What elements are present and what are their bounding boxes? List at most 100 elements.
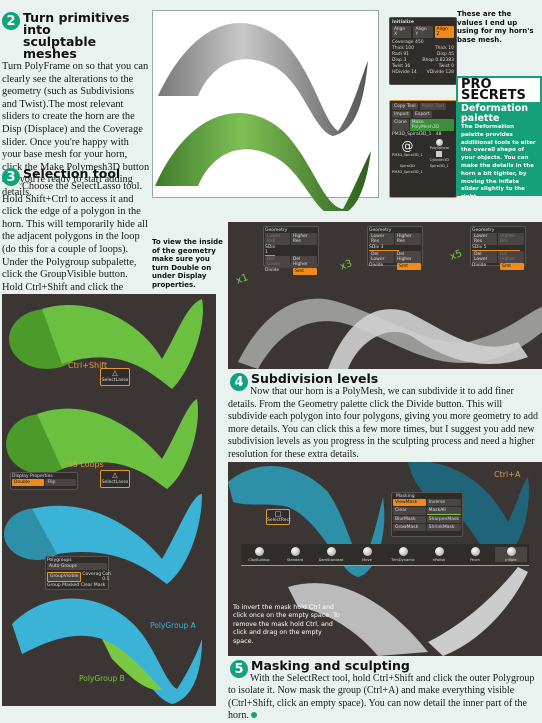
geometry-panel-1: Geometry Lower Res Higher Res SDiv 1 Del …	[263, 226, 319, 275]
view-mask-button[interactable]: ViewMask	[393, 499, 426, 506]
horn-illustration	[155, 23, 371, 211]
select-rect-button[interactable]: □ SelectRect	[266, 509, 291, 525]
brush-hpolish[interactable]: hPolish	[423, 547, 455, 562]
end-mark-icon	[251, 712, 258, 719]
grow-mask-button[interactable]: GrowMask	[393, 524, 426, 531]
make-polymesh3d-button[interactable]: Make PolyMesh3D	[409, 119, 454, 131]
step-5: 5 Masking and sculpting With the SelectR…	[228, 658, 542, 723]
align-z-button[interactable]: Align Z	[434, 26, 454, 38]
lower-res-button[interactable]: Lower Res	[369, 233, 394, 245]
del-higher-button[interactable]: Del Higher	[497, 251, 524, 263]
export-button[interactable]: Export	[412, 111, 432, 118]
mask-all-button[interactable]: MaskAll	[426, 507, 461, 515]
step-title: Selection tool	[23, 166, 121, 181]
select-lasso-button-2[interactable]: △ SelectLasso	[100, 470, 130, 488]
slider[interactable]: Twist 36	[392, 64, 410, 69]
brush-move[interactable]: Move	[351, 547, 383, 562]
step-title: Masking and sculpting	[251, 658, 410, 673]
slider[interactable]: Thick 100	[392, 46, 414, 51]
divide-button[interactable]: Divide	[472, 263, 486, 270]
brush-icon	[506, 547, 516, 556]
copy-tool-button[interactable]: Copy Tool	[392, 103, 418, 110]
clone-button[interactable]: Clone	[392, 119, 409, 131]
tool-thumbnail[interactable]: @ PM3D_Spiral3D_1	[392, 139, 423, 162]
higher-res-button[interactable]: Higher Res	[290, 233, 317, 245]
brush-trimdynamic[interactable]: TrimDynamic	[387, 547, 419, 562]
higher-res-button[interactable]: Higher Res	[497, 233, 524, 245]
tool-thumbnail[interactable]: Spiral3D_1	[425, 164, 454, 168]
tool-thumbnail[interactable]: Spiral3D	[392, 164, 423, 168]
display-properties-panel: Display Properties Double Flip	[10, 472, 78, 490]
slider[interactable]: Twist 0	[439, 64, 454, 69]
slider[interactable]: Disp 3	[392, 58, 406, 63]
step-number: 2	[2, 12, 20, 30]
step-2-heading: 2 Turn primitives into sculptable meshes	[2, 10, 150, 61]
geometry-panel-2: Geometry Lower Res Higher Res SDiv 3 Del …	[367, 226, 423, 270]
initialize-panel: Initialize Align X Align Y Align Z Cover…	[389, 17, 457, 85]
slider[interactable]: HDivide 14	[392, 70, 417, 75]
brush-icon	[290, 547, 300, 556]
tool-thumbnail[interactable]: PolySphere Cylinder3D	[425, 139, 454, 162]
pro-secrets-body: The Deformation palette provides additio…	[461, 124, 536, 201]
shrink-mask-button[interactable]: ShrinkMask	[426, 524, 461, 531]
del-higher-button[interactable]: Del Higher	[394, 251, 421, 263]
sdiv-slider[interactable]: SDiv 1	[265, 245, 275, 256]
divide-button[interactable]: Divide	[265, 268, 279, 275]
del-lower-button[interactable]: Del Lower	[369, 251, 394, 263]
flip-toggle[interactable]: Flip	[45, 479, 76, 486]
group-masked-button[interactable]: Group Masked Clear Mask	[47, 583, 107, 588]
divide-button[interactable]: Divide	[369, 263, 383, 270]
del-lower-button[interactable]: Del Lower	[265, 256, 290, 268]
smt-toggle[interactable]: Smt	[397, 263, 421, 270]
lower-res-button[interactable]: Lower Res	[472, 233, 497, 245]
masking-panel: Masking ViewMask Inverse Clear MaskAll B…	[391, 492, 463, 537]
caption-double-display: To view the inside of the geometry make …	[152, 238, 223, 289]
slider[interactable]: Thick 10	[435, 46, 454, 51]
align-x-button[interactable]: Align X	[392, 26, 412, 38]
smt-toggle[interactable]: Smt	[293, 268, 317, 275]
slider[interactable]: Disp 45	[437, 52, 454, 57]
paste-tool-button[interactable]: Paste Tool	[419, 103, 446, 110]
align-y-button[interactable]: Align Y	[413, 26, 433, 38]
slider[interactable]: Bhop 0.82383	[422, 58, 454, 63]
inverse-button[interactable]: Inverse	[426, 499, 461, 506]
del-lower-button[interactable]: Del Lower	[472, 251, 497, 263]
step-title: Turn primitives into sculptable meshes	[23, 10, 130, 61]
brush-standard[interactable]: Standard	[279, 547, 311, 562]
tool-thumbnail[interactable]: PM3D_Spiral3D_1	[392, 170, 423, 174]
clear-button[interactable]: Clear	[393, 507, 426, 515]
import-button[interactable]: Import	[392, 111, 411, 118]
brush-damstandard[interactable]: DamStandard	[315, 547, 347, 562]
base-mesh-image	[152, 10, 379, 211]
step-number: 4	[230, 373, 248, 391]
step-number: 3	[2, 168, 20, 186]
group-visible-button[interactable]: GroupVisible	[47, 572, 82, 582]
x5-loops-label: x5 Loops	[68, 460, 104, 469]
blur-mask-button[interactable]: BlurMask	[393, 516, 426, 523]
current-tool-slider[interactable]: PM3D_Spiral3D_1 . 48	[392, 132, 454, 137]
sharpen-mask-button[interactable]: SharpenMask	[426, 516, 461, 523]
step-4: 4 Subdivision levels Now that our horn i…	[228, 371, 542, 462]
smt-toggle[interactable]: Smt	[500, 263, 524, 270]
coh-slider[interactable]: Coh 0.1	[102, 572, 111, 582]
step-title: Subdivision levels	[251, 371, 379, 386]
coverage-slider[interactable]: Coverage 450	[392, 40, 454, 45]
lower-res-button[interactable]: Lower Res	[265, 233, 290, 245]
pro-secrets-title: Deformation palette	[461, 103, 529, 124]
slider[interactable]: VDivide 128	[427, 70, 454, 75]
slider[interactable]: Radi 91	[392, 52, 409, 57]
brush-claybuildup[interactable]: ClayBuildup	[243, 547, 275, 562]
caption-base-mesh-values: These are the values I end up using for …	[457, 10, 534, 44]
step-number: 5	[230, 660, 248, 678]
coverage-slider[interactable]: Coverag	[82, 572, 101, 582]
brush-pinch[interactable]: Pinch	[459, 547, 491, 562]
step-body: Now that our horn is a PolyMesh, we can …	[228, 386, 538, 460]
selection-image: Ctrl+Shift △ SelectLasso x5 Loops Display…	[2, 294, 216, 706]
select-lasso-button[interactable]: △ SelectLasso	[100, 368, 130, 386]
double-toggle[interactable]: Double	[12, 479, 45, 486]
auto-groups-button[interactable]: Auto Groups	[47, 563, 107, 570]
higher-res-button[interactable]: Higher Res	[394, 233, 421, 245]
brush-inflate[interactable]: Inflate	[495, 547, 527, 562]
brush-icon	[362, 547, 372, 556]
del-higher-button[interactable]: Del Higher	[290, 256, 317, 268]
